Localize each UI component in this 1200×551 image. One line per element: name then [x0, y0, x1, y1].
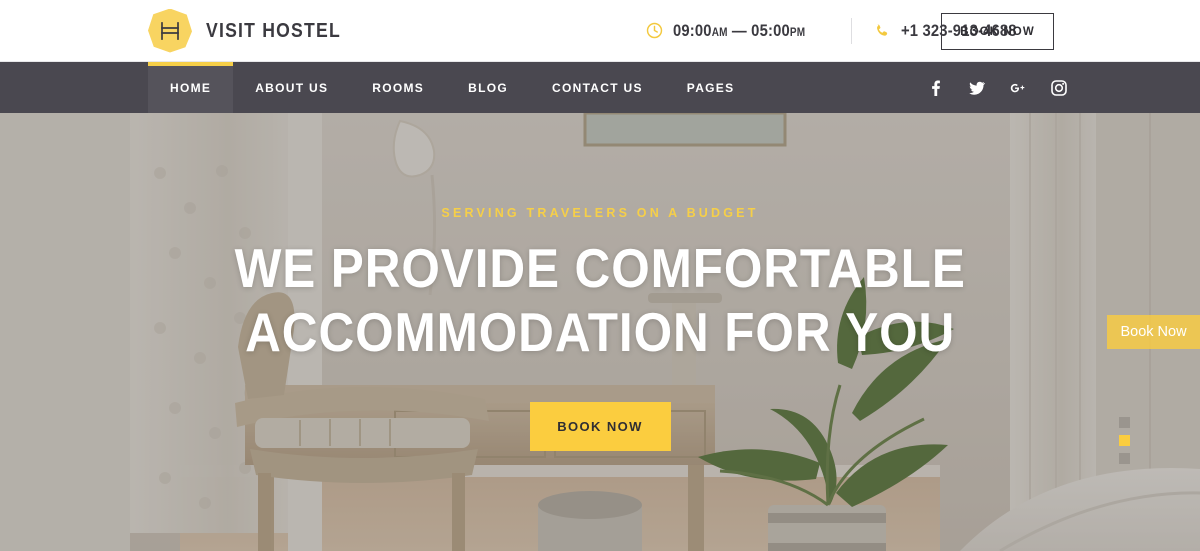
- facebook-icon[interactable]: [928, 80, 944, 96]
- nav-item-home[interactable]: HOME: [148, 62, 234, 113]
- top-header: VISIT HOSTEL 09:00AM — 05:00PM +1 323-91…: [0, 0, 1200, 62]
- clock-icon: [646, 22, 663, 39]
- hours-close: 05:00: [751, 20, 790, 40]
- hours-open: 09:00: [672, 20, 712, 40]
- nav-item-about-us[interactable]: ABOUT US: [233, 62, 350, 113]
- nav-item-rooms[interactable]: ROOMS: [350, 62, 446, 113]
- slider-dot-1[interactable]: [1119, 417, 1130, 428]
- hours-dash: —: [731, 20, 747, 40]
- hours-open-suffix: AM: [711, 26, 728, 39]
- google-plus-icon[interactable]: [1010, 80, 1026, 96]
- hero-book-now-button[interactable]: BOOK NOW: [529, 401, 671, 451]
- nav-item-blog[interactable]: BLOG: [446, 62, 530, 113]
- slider-pagination: [1119, 417, 1130, 464]
- hero-slider: SERVING TRAVELERS ON A BUDGET WE PROVIDE…: [0, 113, 1200, 551]
- nav-item-contact-us[interactable]: CONTACT US: [530, 62, 665, 113]
- main-navigation: HOME ABOUT US ROOMS BLOG CONTACT US PAGE…: [0, 62, 1200, 113]
- hero-title: WE PROVIDE COMFORTABLE ACCOMMODATION FOR…: [234, 237, 965, 365]
- slider-dot-3[interactable]: [1119, 453, 1130, 464]
- hours-close-suffix: PM: [789, 26, 806, 39]
- hero-subtitle: SERVING TRAVELERS ON A BUDGET: [441, 206, 759, 220]
- brand-name: VISIT HOSTEL: [206, 18, 341, 42]
- nav-items: HOME ABOUT US ROOMS BLOG CONTACT US PAGE…: [148, 62, 756, 113]
- hero-content: SERVING TRAVELERS ON A BUDGET WE PROVIDE…: [0, 113, 1200, 551]
- header-divider: [850, 17, 852, 44]
- side-book-now-tab[interactable]: Book Now: [1107, 315, 1200, 349]
- header-book-now-button[interactable]: BOOK NOW: [941, 13, 1054, 50]
- opening-hours: 09:00AM — 05:00PM: [646, 21, 825, 41]
- hero-title-line-2: ACCOMMODATION FOR YOU: [244, 300, 956, 363]
- brand-logo[interactable]: VISIT HOSTEL: [148, 8, 363, 53]
- page-root: VISIT HOSTEL 09:00AM — 05:00PM +1 323-91…: [0, 0, 1200, 551]
- nav-item-pages[interactable]: PAGES: [665, 62, 757, 113]
- hostel-bunk-bed-icon: [148, 8, 192, 53]
- opening-hours-text: 09:00AM — 05:00PM: [673, 21, 805, 41]
- hero-title-line-1: WE PROVIDE COMFORTABLE: [234, 237, 966, 299]
- social-links: [928, 62, 1067, 113]
- phone-icon: [876, 24, 888, 36]
- instagram-icon[interactable]: [1051, 79, 1067, 96]
- twitter-icon[interactable]: [969, 80, 985, 96]
- slider-dot-2[interactable]: [1119, 435, 1130, 446]
